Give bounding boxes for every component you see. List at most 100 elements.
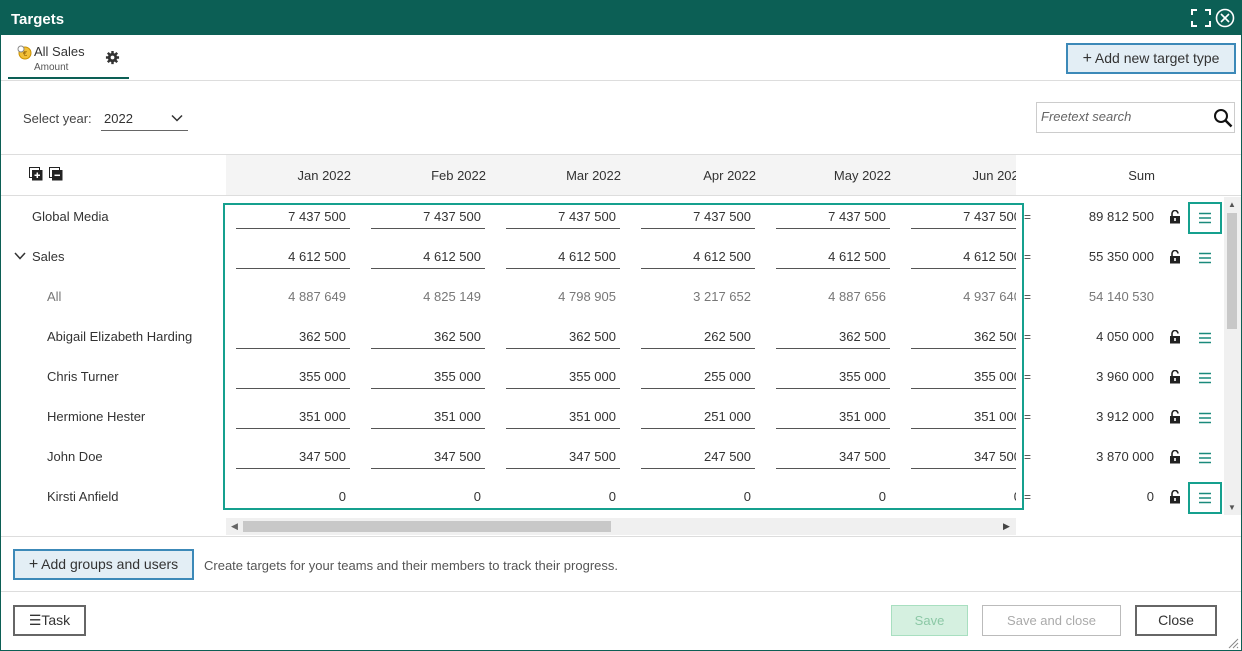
maximize-icon[interactable] bbox=[1191, 9, 1211, 27]
add-groups-and-users-button[interactable]: + Add groups and users bbox=[13, 549, 194, 580]
row-menu-icon[interactable] bbox=[1196, 451, 1214, 465]
search-icon[interactable] bbox=[1213, 108, 1233, 128]
target-cell-input[interactable]: 355 000 bbox=[236, 369, 350, 389]
column-header-jun: Jun 2022 bbox=[972, 168, 1017, 183]
target-cell-input[interactable]: 4 612 500 bbox=[776, 249, 890, 269]
target-cell-input[interactable]: 7 437 500 bbox=[776, 209, 890, 229]
close-button[interactable]: Close bbox=[1135, 605, 1217, 636]
plus-icon: + bbox=[1082, 50, 1092, 67]
target-cell-input[interactable]: 0 bbox=[236, 489, 350, 509]
column-header-apr: Apr 2022 bbox=[703, 168, 756, 183]
target-cell-input[interactable]: 355 000 bbox=[506, 369, 620, 389]
computed-cell: 4 825 149 bbox=[423, 289, 481, 304]
unlock-icon[interactable] bbox=[1169, 330, 1181, 344]
target-cell-input[interactable]: 347 500 bbox=[506, 449, 620, 469]
year-label: Select year: bbox=[23, 111, 92, 126]
target-cell-input[interactable]: 7 437 500 bbox=[506, 209, 620, 229]
target-cell-input[interactable]: 4 612 500 bbox=[506, 249, 620, 269]
target-cell-input[interactable]: 355 000 bbox=[371, 369, 485, 389]
scroll-left-arrow-icon[interactable]: ◀ bbox=[231, 521, 238, 532]
target-cell-input[interactable]: 255 000 bbox=[641, 369, 755, 389]
vertical-scroll-thumb[interactable] bbox=[1227, 213, 1237, 329]
year-select[interactable]: 2022 bbox=[101, 107, 188, 131]
tab-all-sales[interactable]: € All Sales Amount bbox=[8, 35, 129, 79]
unlock-icon[interactable] bbox=[1169, 250, 1181, 264]
equals-sign: = bbox=[1024, 330, 1032, 344]
target-cell-input[interactable]: 351 000 bbox=[776, 409, 890, 429]
target-cell-input[interactable]: 0 bbox=[506, 489, 620, 509]
tab-subtitle: Amount bbox=[34, 62, 69, 73]
target-cell-input[interactable]: 251 000 bbox=[641, 409, 755, 429]
target-cell-input[interactable]: 7 437 500 bbox=[911, 209, 1016, 229]
target-cell-input[interactable]: 4 612 500 bbox=[641, 249, 755, 269]
target-cell-input[interactable]: 262 500 bbox=[641, 329, 755, 349]
year-value: 2022 bbox=[104, 111, 133, 126]
row-menu-icon[interactable] bbox=[1196, 371, 1214, 385]
unlock-icon[interactable] bbox=[1169, 410, 1181, 424]
row-label-user: John Doe bbox=[47, 449, 103, 464]
search-input[interactable] bbox=[1041, 109, 1201, 124]
scroll-down-arrow-icon[interactable]: ▼ bbox=[1228, 503, 1236, 512]
resize-grip-icon[interactable] bbox=[1227, 637, 1239, 649]
collapse-all-icon[interactable] bbox=[49, 167, 65, 181]
targets-window: Targets € All Sales Amount + Add new tar… bbox=[0, 0, 1242, 651]
target-cell-input[interactable]: 351 000 bbox=[371, 409, 485, 429]
target-cell-input[interactable]: 0 bbox=[641, 489, 755, 509]
unlock-icon[interactable] bbox=[1169, 490, 1181, 504]
expand-all-icon[interactable] bbox=[29, 167, 43, 181]
add-target-type-button[interactable]: + Add new target type bbox=[1066, 43, 1236, 74]
scroll-up-arrow-icon[interactable]: ▲ bbox=[1228, 200, 1236, 209]
target-cell-input[interactable]: 351 000 bbox=[236, 409, 350, 429]
column-header-sum: Sum bbox=[1128, 168, 1155, 183]
target-cell-input[interactable]: 4 612 500 bbox=[911, 249, 1016, 269]
target-cell-input[interactable]: 0 bbox=[776, 489, 890, 509]
target-cell-input[interactable]: 7 437 500 bbox=[371, 209, 485, 229]
save-and-close-button[interactable]: Save and close bbox=[982, 605, 1121, 636]
save-button[interactable]: Save bbox=[891, 605, 968, 636]
target-cell-input[interactable]: 347 500 bbox=[911, 449, 1016, 469]
target-cell-input[interactable]: 355 000 bbox=[911, 369, 1016, 389]
equals-sign: = bbox=[1024, 490, 1032, 504]
row-menu-icon[interactable] bbox=[1196, 251, 1214, 265]
target-cell-input[interactable]: 347 500 bbox=[776, 449, 890, 469]
target-cell-input[interactable]: 351 000 bbox=[911, 409, 1016, 429]
target-cell-input[interactable]: 247 500 bbox=[641, 449, 755, 469]
target-cell-input[interactable]: 362 500 bbox=[236, 329, 350, 349]
close-icon[interactable] bbox=[1215, 8, 1235, 28]
task-button[interactable]: ☰Task bbox=[13, 605, 86, 636]
target-cell-input[interactable]: 362 500 bbox=[911, 329, 1016, 349]
divider bbox=[1, 591, 1241, 592]
column-header-jan: Jan 2022 bbox=[297, 168, 352, 183]
target-cell-input[interactable]: 7 437 500 bbox=[236, 209, 350, 229]
vertical-scrollbar[interactable]: ▲ ▼ bbox=[1224, 197, 1241, 515]
target-cell-input[interactable]: 0 bbox=[371, 489, 485, 509]
unlock-icon[interactable] bbox=[1169, 450, 1181, 464]
row-menu-icon[interactable] bbox=[1196, 411, 1214, 425]
target-cell-input[interactable]: 347 500 bbox=[371, 449, 485, 469]
row-sum: 3 960 000 bbox=[1096, 369, 1154, 384]
gear-icon[interactable] bbox=[105, 50, 120, 65]
row-menu-icon[interactable] bbox=[1196, 331, 1214, 345]
target-cell-input[interactable]: 4 612 500 bbox=[371, 249, 485, 269]
equals-sign: = bbox=[1024, 210, 1032, 224]
target-cell-input[interactable]: 362 500 bbox=[776, 329, 890, 349]
row-label-sales: Sales bbox=[32, 249, 65, 264]
equals-sign: = bbox=[1024, 290, 1032, 304]
target-cell-input[interactable]: 362 500 bbox=[506, 329, 620, 349]
month-grid-viewport[interactable]: Jan 2022 Feb 2022 Mar 2022 Apr 2022 May … bbox=[226, 155, 1016, 515]
target-cell-input[interactable]: 351 000 bbox=[506, 409, 620, 429]
target-cell-input[interactable]: 4 612 500 bbox=[236, 249, 350, 269]
scroll-right-arrow-icon[interactable]: ▶ bbox=[1003, 521, 1010, 532]
row-sum: 55 350 000 bbox=[1088, 249, 1154, 264]
target-cell-input[interactable]: 355 000 bbox=[776, 369, 890, 389]
unlock-icon[interactable] bbox=[1169, 370, 1181, 384]
unlock-icon[interactable] bbox=[1169, 210, 1181, 224]
horizontal-scroll-thumb[interactable] bbox=[243, 521, 611, 532]
horizontal-scrollbar[interactable]: ◀ ▶ bbox=[226, 518, 1016, 535]
target-cell-input[interactable]: 7 437 500 bbox=[641, 209, 755, 229]
target-cell-input[interactable]: 362 500 bbox=[371, 329, 485, 349]
target-cell-input[interactable]: 347 500 bbox=[236, 449, 350, 469]
row-sum: 4 050 000 bbox=[1096, 329, 1154, 344]
target-cell-input[interactable]: 0 bbox=[911, 489, 1016, 509]
chevron-down-icon[interactable] bbox=[14, 251, 26, 261]
